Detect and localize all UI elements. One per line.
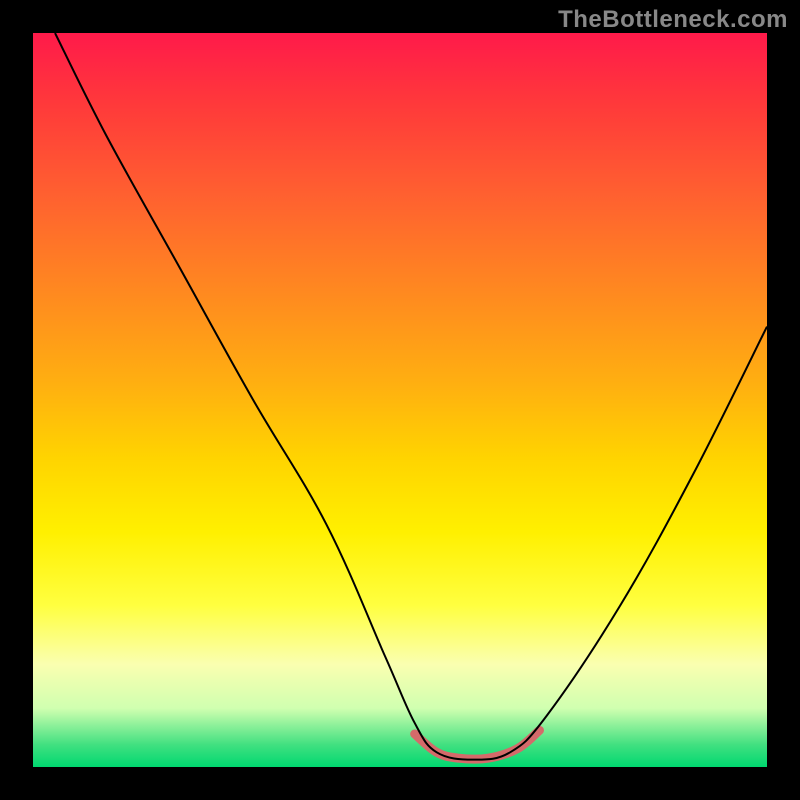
chart-svg	[33, 33, 767, 767]
chart-container: TheBottleneck.com	[0, 0, 800, 800]
watermark-text: TheBottleneck.com	[558, 6, 788, 34]
main-curve-path	[55, 33, 767, 760]
plot-area	[33, 33, 767, 767]
